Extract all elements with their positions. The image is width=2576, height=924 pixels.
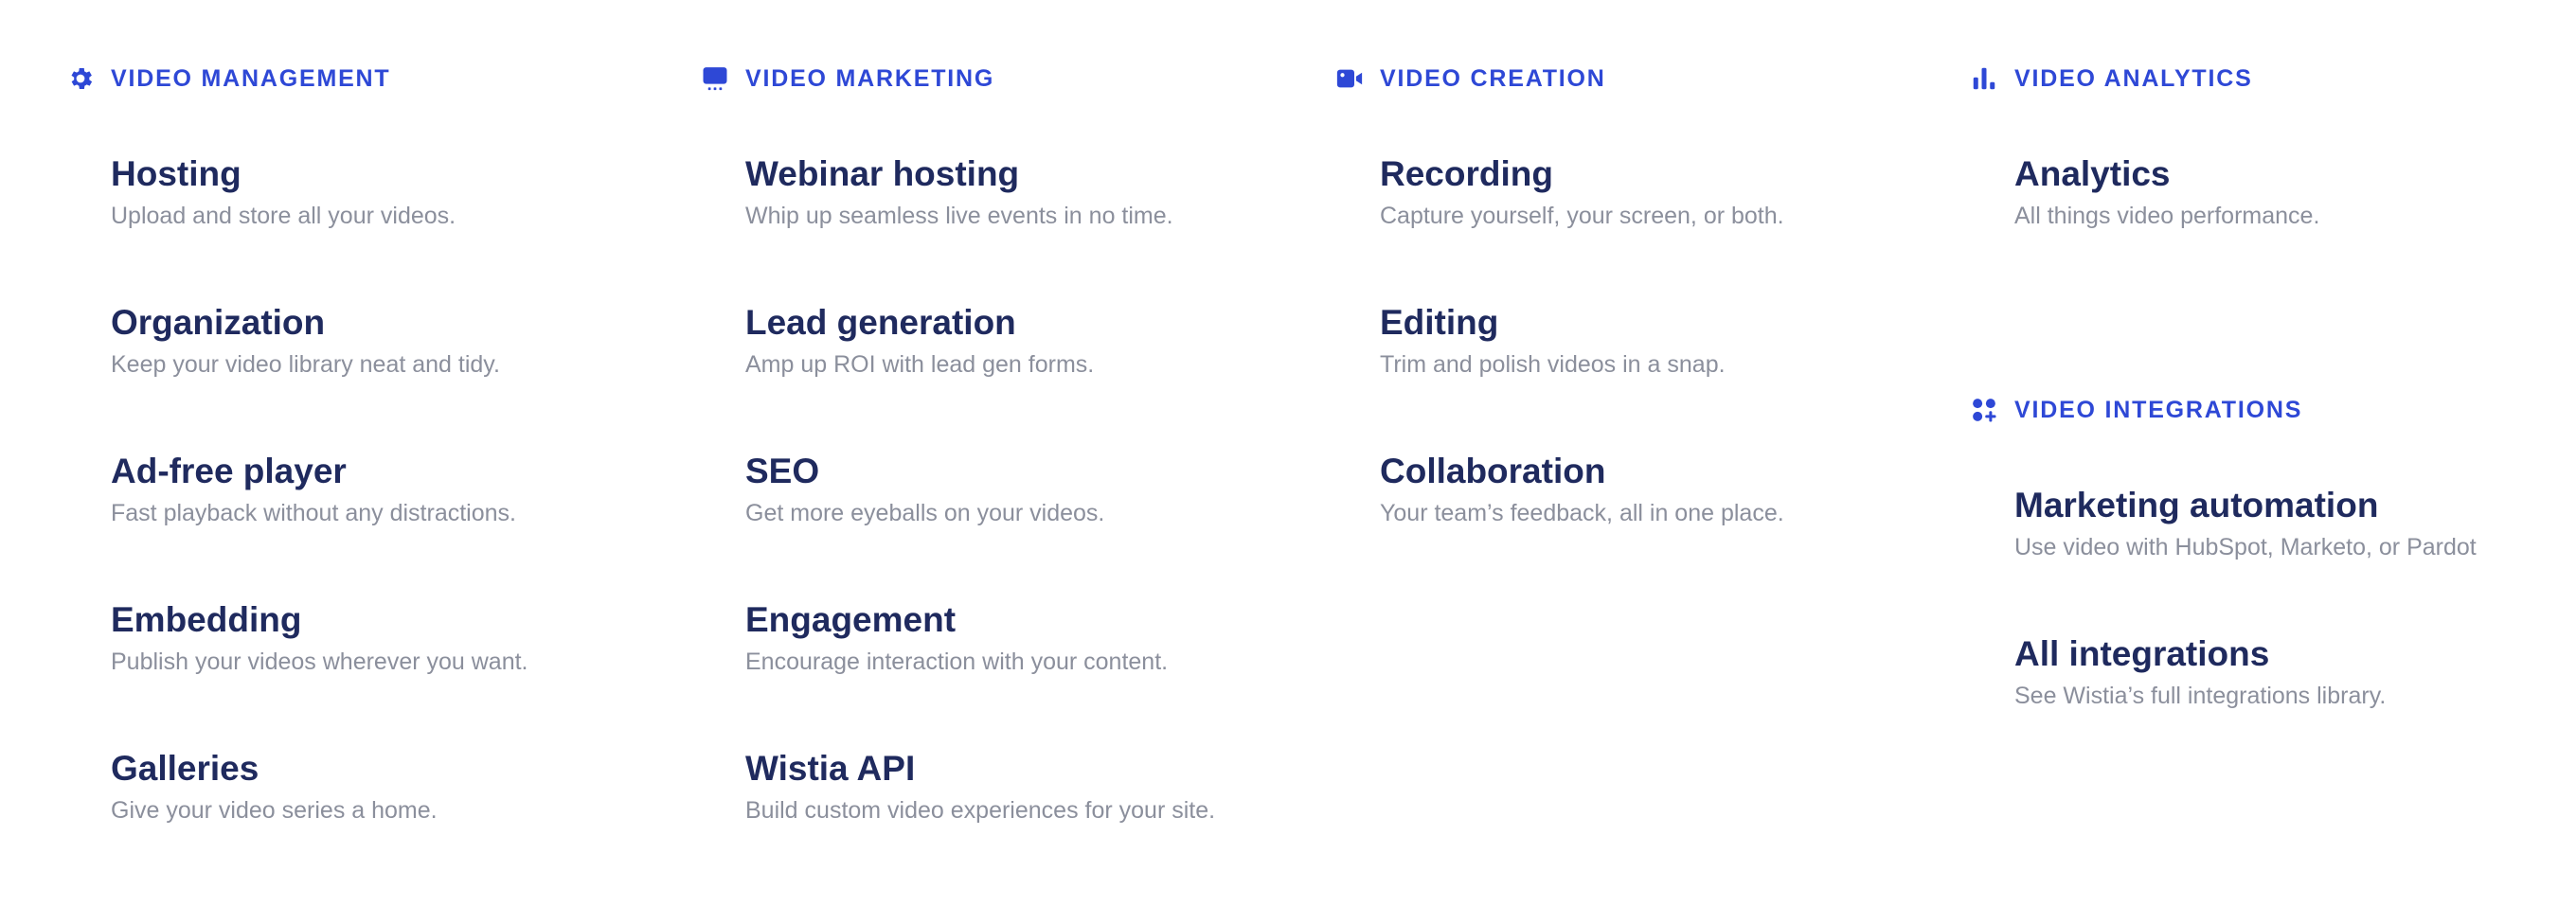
menu-column-video-marketing: VIDEO MARKETING Webinar hosting Whip up … — [701, 0, 1215, 897]
menu-item-wistia-api[interactable]: Wistia API Build custom video experience… — [745, 748, 1215, 897]
menu-item-all-integrations[interactable]: All integrations See Wistia’s full integ… — [2014, 633, 2477, 782]
section-video-creation: VIDEO CREATION Recording Capture yoursel… — [1335, 64, 1784, 599]
menu-item-description: Amp up ROI with lead gen forms. — [745, 351, 1095, 378]
menu-item-title[interactable]: Lead generation — [745, 302, 1215, 344]
menu-item-title[interactable]: Webinar hosting — [745, 153, 1215, 195]
menu-item-title[interactable]: Embedding — [111, 599, 528, 641]
menu-item-embedding[interactable]: Embedding Publish your videos wherever y… — [111, 599, 528, 748]
menu-item-title[interactable]: Galleries — [111, 748, 528, 790]
menu-column-video-management: VIDEO MANAGEMENT Hosting Upload and stor… — [66, 0, 528, 897]
menu-item-seo[interactable]: SEO Get more eyeballs on your videos. — [745, 451, 1215, 599]
section-video-management: VIDEO MANAGEMENT Hosting Upload and stor… — [66, 64, 528, 897]
menu-item-title[interactable]: Wistia API — [745, 748, 1215, 790]
menu-item-title[interactable]: Engagement — [745, 599, 1215, 641]
section-header: VIDEO CREATION — [1335, 64, 1784, 93]
menu-item-ad-free-player[interactable]: Ad-free player Fast playback without any… — [111, 451, 528, 599]
section-header: VIDEO MANAGEMENT — [66, 64, 528, 93]
menu-items: Webinar hosting Whip up seamless live ev… — [745, 153, 1215, 897]
menu-item-editing[interactable]: Editing Trim and polish videos in a snap… — [1380, 302, 1784, 451]
section-title: VIDEO MANAGEMENT — [111, 64, 391, 92]
menu-items: Hosting Upload and store all your videos… — [111, 153, 528, 897]
menu-item-title[interactable]: Hosting — [111, 153, 528, 195]
menu-item-description: Publish your videos wherever you want. — [111, 649, 528, 675]
menu-item-title[interactable]: Analytics — [2014, 153, 2477, 195]
menu-item-description: Your team’s feedback, all in one place. — [1380, 500, 1784, 526]
section-video-analytics: VIDEO ANALYTICS Analytics All things vid… — [1970, 64, 2477, 302]
menu-item-title[interactable]: Recording — [1380, 153, 1784, 195]
video-camera-icon — [1335, 64, 1364, 93]
menu-item-webinar-hosting[interactable]: Webinar hosting Whip up seamless live ev… — [745, 153, 1215, 302]
bar-chart-icon — [1970, 64, 1998, 93]
menu-item-description: Encourage interaction with your content. — [745, 649, 1169, 675]
menu-items: Analytics All things video performance. — [2014, 153, 2477, 302]
menu-item-collaboration[interactable]: Collaboration Your team’s feedback, all … — [1380, 451, 1784, 599]
menu-item-hosting[interactable]: Hosting Upload and store all your videos… — [111, 153, 528, 302]
menu-item-title[interactable]: All integrations — [2014, 633, 2477, 675]
section-video-marketing: VIDEO MARKETING Webinar hosting Whip up … — [701, 64, 1215, 897]
menu-column-analytics-integrations: VIDEO ANALYTICS Analytics All things vid… — [1970, 0, 2477, 782]
section-header: VIDEO MARKETING — [701, 64, 1215, 93]
menu-item-description: Upload and store all your videos. — [111, 203, 456, 229]
section-video-integrations: VIDEO INTEGRATIONS Marketing automation … — [1970, 396, 2477, 782]
menu-item-title[interactable]: Collaboration — [1380, 451, 1784, 492]
apps-plus-icon — [1970, 396, 1998, 424]
menu-item-title[interactable]: Ad-free player — [111, 451, 528, 492]
menu-item-description: See Wistia’s full integrations library. — [2014, 683, 2387, 709]
menu-item-description: Capture yourself, your screen, or both. — [1380, 203, 1784, 229]
menu-items: Recording Capture yourself, your screen,… — [1380, 153, 1784, 599]
menu-item-description: Use video with HubSpot, Marketo, or Pard… — [2014, 534, 2477, 560]
presentation-screen-icon — [701, 64, 729, 93]
menu-items: Marketing automation Use video with HubS… — [2014, 485, 2477, 782]
menu-item-description: Keep your video library neat and tidy. — [111, 351, 500, 378]
menu-item-description: Fast playback without any distractions. — [111, 500, 516, 526]
menu-item-organization[interactable]: Organization Keep your video library nea… — [111, 302, 528, 451]
section-title: VIDEO MARKETING — [745, 64, 995, 92]
menu-item-recording[interactable]: Recording Capture yourself, your screen,… — [1380, 153, 1784, 302]
menu-item-galleries[interactable]: Galleries Give your video series a home. — [111, 748, 528, 897]
menu-item-title[interactable]: Organization — [111, 302, 528, 344]
menu-item-title[interactable]: SEO — [745, 451, 1215, 492]
menu-item-lead-generation[interactable]: Lead generation Amp up ROI with lead gen… — [745, 302, 1215, 451]
menu-item-engagement[interactable]: Engagement Encourage interaction with yo… — [745, 599, 1215, 748]
menu-item-analytics[interactable]: Analytics All things video performance. — [2014, 153, 2477, 302]
menu-item-marketing-automation[interactable]: Marketing automation Use video with HubS… — [2014, 485, 2477, 633]
section-title: VIDEO CREATION — [1380, 64, 1606, 92]
section-title: VIDEO ANALYTICS — [2014, 64, 2253, 92]
section-header: VIDEO INTEGRATIONS — [1970, 396, 2477, 424]
menu-item-title[interactable]: Marketing automation — [2014, 485, 2477, 526]
section-title: VIDEO INTEGRATIONS — [2014, 396, 2303, 423]
menu-item-description: Get more eyeballs on your videos. — [745, 500, 1105, 526]
menu-column-video-creation: VIDEO CREATION Recording Capture yoursel… — [1335, 0, 1784, 599]
product-mega-menu: VIDEO MANAGEMENT Hosting Upload and stor… — [0, 0, 2576, 924]
menu-item-description: Give your video series a home. — [111, 797, 438, 824]
menu-item-description: Whip up seamless live events in no time. — [745, 203, 1173, 229]
menu-item-title[interactable]: Editing — [1380, 302, 1784, 344]
menu-item-description: Build custom video experiences for your … — [745, 797, 1216, 824]
gear-icon — [66, 64, 95, 93]
section-header: VIDEO ANALYTICS — [1970, 64, 2477, 93]
menu-item-description: All things video performance. — [2014, 203, 2320, 229]
menu-item-description: Trim and polish videos in a snap. — [1380, 351, 1726, 378]
